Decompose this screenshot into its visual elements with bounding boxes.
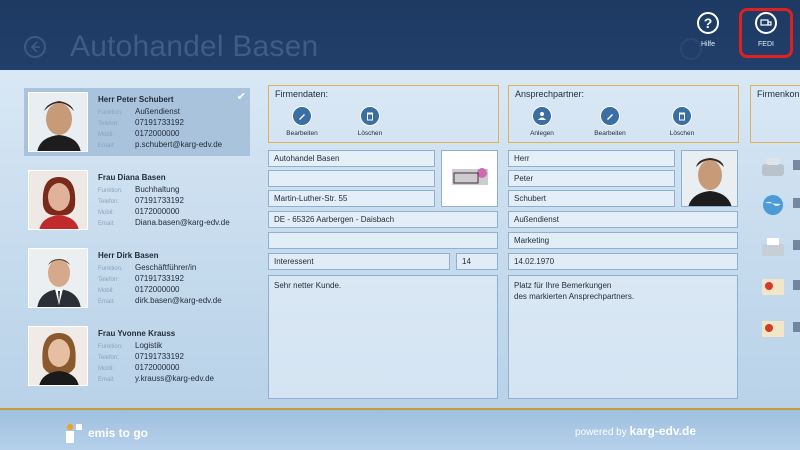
brand-logo: emis to go [62,422,148,444]
contact-photo [28,326,88,386]
contact-item[interactable]: Herr Peter Schubert Funktion: Außendienst… [24,88,250,156]
lastname-field[interactable]: Schubert [508,190,675,207]
company-logo [441,150,498,207]
salutation-field[interactable]: Herr [508,150,675,167]
function-field[interactable]: Außendienst [508,211,738,228]
checkmark-icon: ✔ [236,91,246,103]
delete-company-button[interactable]: Löschen [345,106,395,137]
company-notes-field[interactable]: Sehr netter Kunde. [268,275,498,399]
page-title: Autohandel Basen [70,30,319,63]
panel-title: Ansprechpartner: [515,89,585,99]
firstname-field[interactable]: Peter [508,170,675,187]
help-button[interactable]: ? Hilfe [688,12,728,56]
trash-icon [672,106,692,126]
edit-company-button[interactable]: Bearbeiten [277,106,327,137]
company-name2-field[interactable] [268,170,435,187]
globe-icon[interactable] [760,194,786,216]
contact-name: Frau Diana Basen [98,173,166,182]
contact-name: Herr Peter Schubert [98,95,174,104]
mail-icon[interactable] [760,318,786,340]
pencil-icon [292,106,312,126]
number-field[interactable]: 14 [456,253,498,270]
trash-icon [360,106,380,126]
back-button[interactable] [24,36,46,58]
highlight-box [739,8,793,58]
powered-by: powered by karg-edv.de [575,424,696,438]
contact-photo [28,248,88,308]
contact-item[interactable]: Frau Diana Basen Funktion: Buchhaltung Te… [24,166,250,234]
firmendaten-panel: Firmendaten: Bearbeiten Löschen [268,85,499,143]
contact-item[interactable]: Herr Dirk Basen Funktion: Geschäftführer/… [24,244,250,312]
status-field[interactable]: Interessent [268,253,450,270]
birthdate-field[interactable]: 14.02.1970 [508,253,738,270]
extra-field[interactable] [268,232,498,249]
contact-name: Frau Yvonne Krauss [98,329,176,338]
contact-photo [28,170,88,230]
phone-icon[interactable] [760,156,786,178]
add-contact-button[interactable]: Anlegen [517,106,567,137]
contact-photo-large [681,150,738,207]
pencil-icon [600,106,620,126]
company-name-field[interactable]: Autohandel Basen [268,150,435,167]
firmenkontakt-panel: Firmenkon [750,85,800,143]
department-field[interactable]: Marketing [508,232,738,249]
city-field[interactable]: DE - 65326 Aarbergen - Daisbach [268,211,498,228]
mail-icon[interactable] [760,276,786,298]
contact-name: Herr Dirk Basen [98,251,159,260]
panel-title: Firmenkon [757,89,800,99]
delete-contact-button[interactable]: Löschen [657,106,707,137]
contact-item[interactable]: Frau Yvonne Krauss Funktion: Logistik Tel… [24,322,250,390]
contact-photo [28,92,88,152]
emis-logo-icon [66,424,82,443]
help-label: Hilfe [700,41,715,48]
help-icon: ? [697,12,719,34]
arrow-left-icon [30,41,40,53]
ansprechpartner-panel: Ansprechpartner: Anlegen Bearbeiten Lösc… [508,85,739,143]
panel-title: Firmendaten: [275,89,329,99]
fax-icon[interactable] [760,236,786,258]
edit-contact-button[interactable]: Bearbeiten [585,106,635,137]
street-field[interactable]: Martin-Luther-Str. 55 [268,190,435,207]
person-icon [532,106,552,126]
contact-notes-field[interactable]: Platz für Ihre Bemerkungen des markierte… [508,275,738,399]
